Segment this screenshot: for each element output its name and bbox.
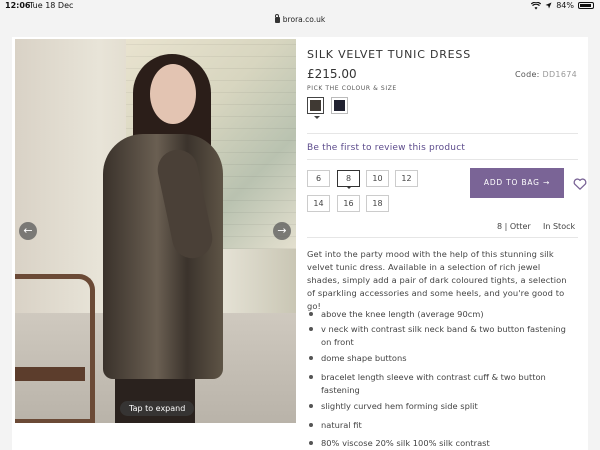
status-icons: 84% xyxy=(531,1,594,10)
size-option-16[interactable]: 16 xyxy=(337,195,360,212)
product-image[interactable]: ← → Tap to expand xyxy=(15,39,296,423)
arrow-right-icon[interactable]: → xyxy=(273,222,291,240)
tap-to-expand-label[interactable]: Tap to expand xyxy=(120,401,195,416)
colour-swatch-navy[interactable] xyxy=(331,97,348,114)
add-to-bag-button[interactable]: ADD TO BAG → xyxy=(470,168,564,198)
product-code-label: Code: xyxy=(514,70,540,79)
product-page: ← → Tap to expand SILK VELVET TUNIC DRES… xyxy=(12,37,588,450)
size-option-12[interactable]: 12 xyxy=(395,170,418,187)
wifi-icon xyxy=(531,1,542,9)
list-item: 80% viscose 20% silk 100% silk contrast xyxy=(307,437,569,450)
list-item: natural fit xyxy=(307,419,569,432)
list-item: above the knee length (average 90cm) xyxy=(307,308,569,321)
divider xyxy=(307,237,578,238)
review-link[interactable]: Be the first to review this product xyxy=(307,143,465,153)
clock: 12:06 xyxy=(5,1,31,10)
list-item: bracelet length sleeve with contrast cuf… xyxy=(307,371,569,396)
url-domain: brora.co.uk xyxy=(282,14,326,24)
product-description: Get into the party mood with the help of… xyxy=(307,249,567,311)
size-option-10[interactable]: 10 xyxy=(366,170,389,187)
battery-percent: 84% xyxy=(556,1,574,10)
size-option-14[interactable]: 14 xyxy=(307,195,330,212)
divider xyxy=(307,159,578,160)
product-title: SILK VELVET TUNIC DRESS xyxy=(307,48,471,61)
arrow-left-icon[interactable]: ← xyxy=(19,222,37,240)
selection-summary: 8 | Otter xyxy=(497,222,531,231)
chair xyxy=(15,274,95,423)
colour-swatch-otter[interactable] xyxy=(307,97,324,119)
list-item: v neck with contrast silk neck band & tw… xyxy=(307,323,569,348)
list-item: dome shape buttons xyxy=(307,352,569,365)
status-bar: 12:06 Tue 18 Dec 84% xyxy=(0,0,600,12)
stock-status: In Stock xyxy=(543,222,576,231)
size-option-18[interactable]: 18 xyxy=(366,195,389,212)
product-details: SILK VELVET TUNIC DRESS £215.00 Code: DD… xyxy=(307,37,587,450)
location-icon xyxy=(545,2,552,9)
address-bar[interactable]: brora.co.uk xyxy=(0,12,600,26)
battery-icon xyxy=(578,2,594,9)
size-option-6[interactable]: 6 xyxy=(307,170,330,187)
heart-icon[interactable] xyxy=(573,177,587,191)
product-code-value: DD1674 xyxy=(542,70,577,79)
list-item: slightly curved hem forming side split xyxy=(307,400,569,413)
product-price: £215.00 xyxy=(307,67,357,81)
lock-icon xyxy=(274,14,280,23)
size-option-8[interactable]: 8 xyxy=(337,170,360,189)
divider xyxy=(307,133,578,134)
date: Tue 18 Dec xyxy=(29,1,74,10)
pick-colour-size-label: PICK THE COLOUR & SIZE xyxy=(307,85,397,92)
product-code: Code: DD1674 xyxy=(515,70,577,79)
